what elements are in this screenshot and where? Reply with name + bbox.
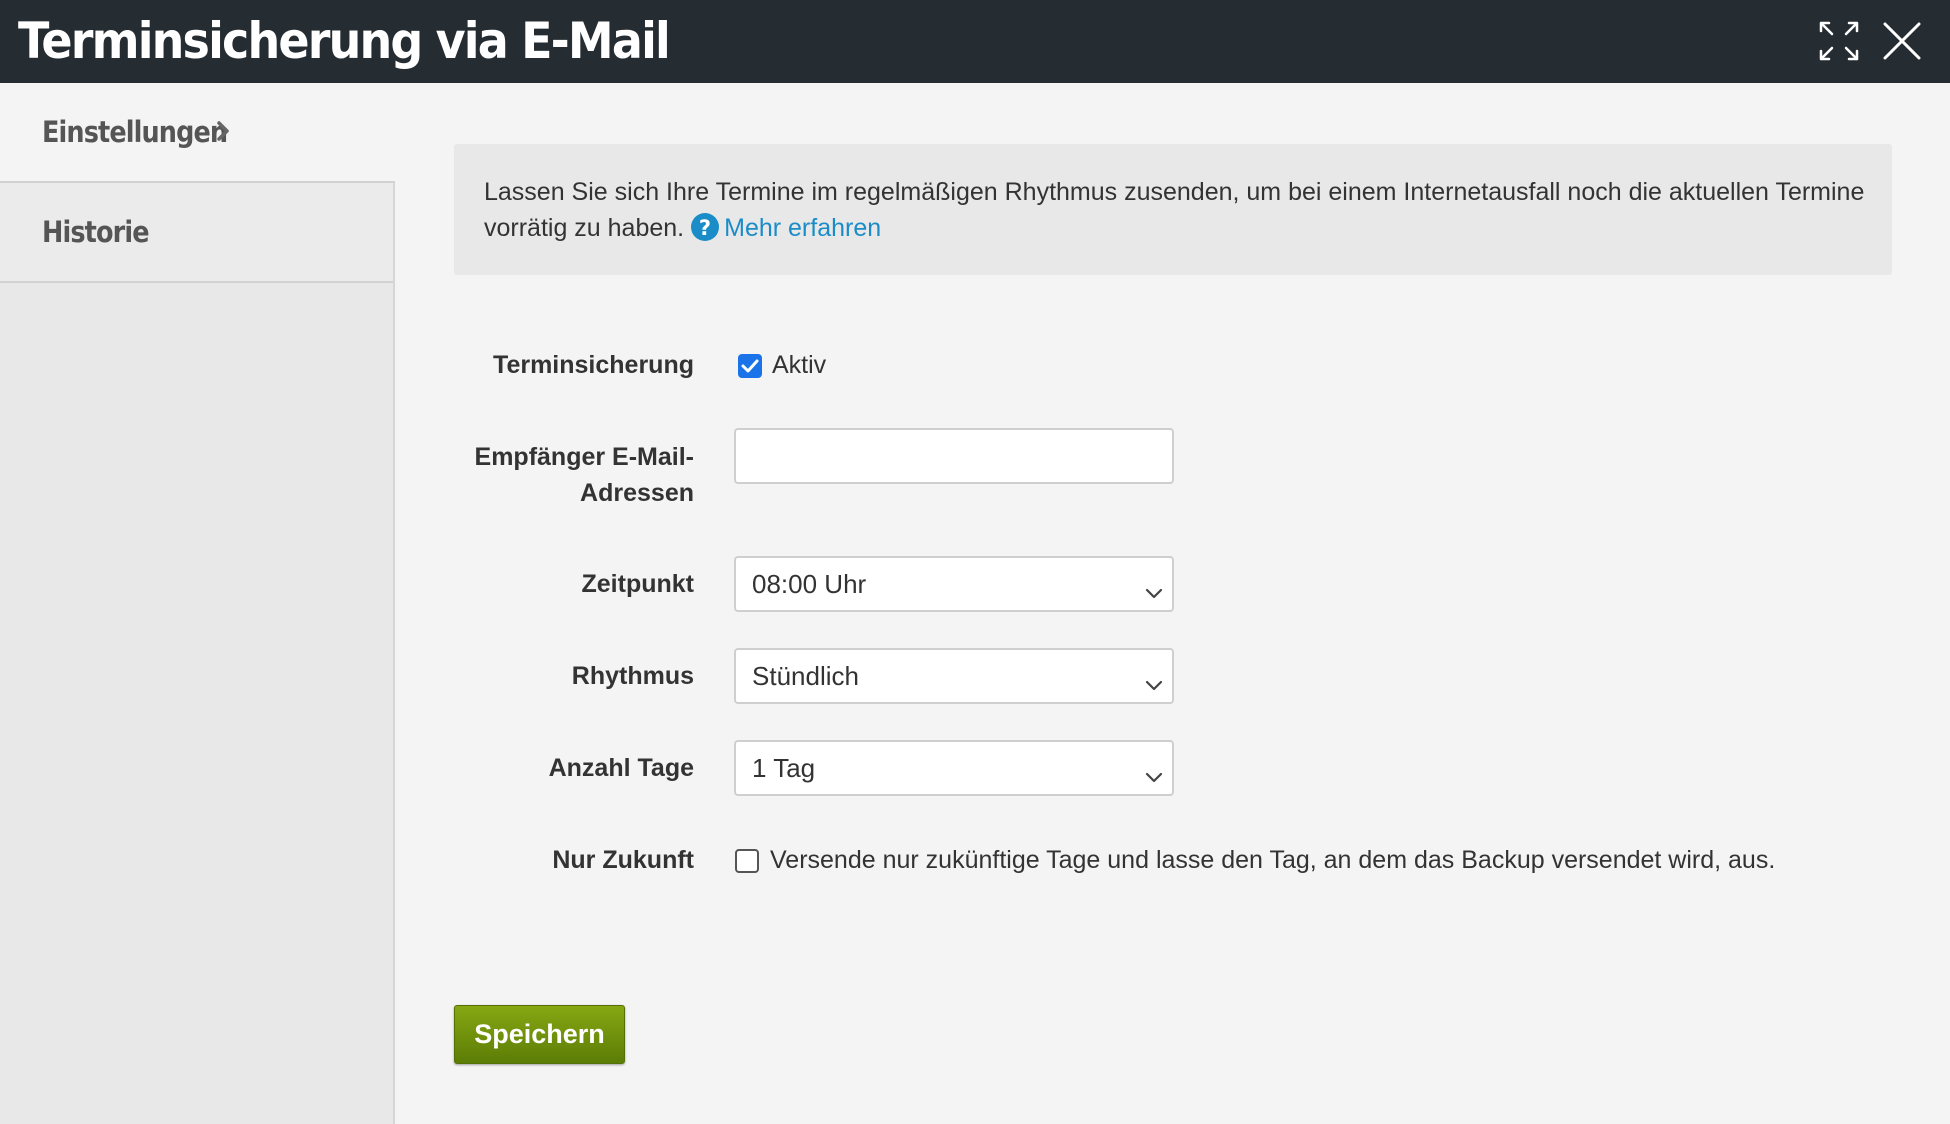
sidebar: Einstellungen Historie bbox=[0, 83, 395, 1124]
empfaenger-label: Empfänger E-Mail- Adressen bbox=[475, 439, 694, 511]
question-circle-icon[interactable]: ? bbox=[690, 212, 720, 252]
aktiv-checkbox-label: Aktiv bbox=[772, 351, 827, 379]
nur-zukunft-checkbox[interactable] bbox=[735, 849, 759, 873]
sidebar-item-label: Einstellungen bbox=[42, 115, 228, 149]
nur-zukunft-checkbox-label: Versende nur zukünftige Tage und lasse d… bbox=[770, 846, 1776, 874]
chevron-down-icon bbox=[1144, 668, 1164, 699]
aktiv-checkbox[interactable] bbox=[738, 354, 762, 378]
more-info-link[interactable]: Mehr erfahren bbox=[724, 214, 881, 242]
window-title: Terminsicherung via E-Mail bbox=[18, 12, 671, 70]
anzahl-tage-value: 1 Tag bbox=[752, 752, 816, 783]
rhythmus-select[interactable]: Stündlich bbox=[734, 648, 1174, 704]
info-box: Lassen Sie sich Ihre Termine im regelmäß… bbox=[454, 144, 1892, 275]
window-titlebar: Terminsicherung via E-Mail bbox=[0, 0, 1950, 83]
empfaenger-label-line2: Adressen bbox=[580, 479, 694, 507]
info-text-block: Lassen Sie sich Ihre Termine im regelmäß… bbox=[484, 174, 1874, 252]
save-button[interactable]: Speichern bbox=[454, 1005, 625, 1064]
email-recipients-input[interactable] bbox=[734, 428, 1174, 484]
sidebar-item-einstellungen[interactable]: Einstellungen bbox=[0, 83, 395, 183]
sidebar-item-historie[interactable]: Historie bbox=[0, 183, 393, 283]
close-icon[interactable] bbox=[1878, 17, 1926, 65]
zeitpunkt-label: Zeitpunkt bbox=[581, 570, 695, 598]
chevron-right-icon bbox=[215, 119, 231, 148]
expand-icon[interactable] bbox=[1815, 17, 1863, 65]
zeitpunkt-select[interactable]: 08:00 Uhr bbox=[734, 556, 1174, 612]
rhythmus-label: Rhythmus bbox=[571, 662, 694, 690]
empfaenger-label-line1: Empfänger E-Mail- bbox=[474, 443, 694, 471]
nur-zukunft-label: Nur Zukunft bbox=[552, 846, 694, 874]
anzahl-tage-label: Anzahl Tage bbox=[548, 754, 694, 782]
rhythmus-value: Stündlich bbox=[752, 660, 859, 691]
svg-text:?: ? bbox=[699, 216, 711, 240]
anzahl-tage-select[interactable]: 1 Tag bbox=[734, 740, 1174, 796]
sidebar-item-label: Historie bbox=[42, 215, 150, 249]
chevron-down-icon bbox=[1144, 760, 1164, 791]
zeitpunkt-value: 08:00 Uhr bbox=[752, 568, 867, 599]
terminsicherung-label: Terminsicherung bbox=[493, 351, 694, 379]
chevron-down-icon bbox=[1144, 576, 1164, 607]
